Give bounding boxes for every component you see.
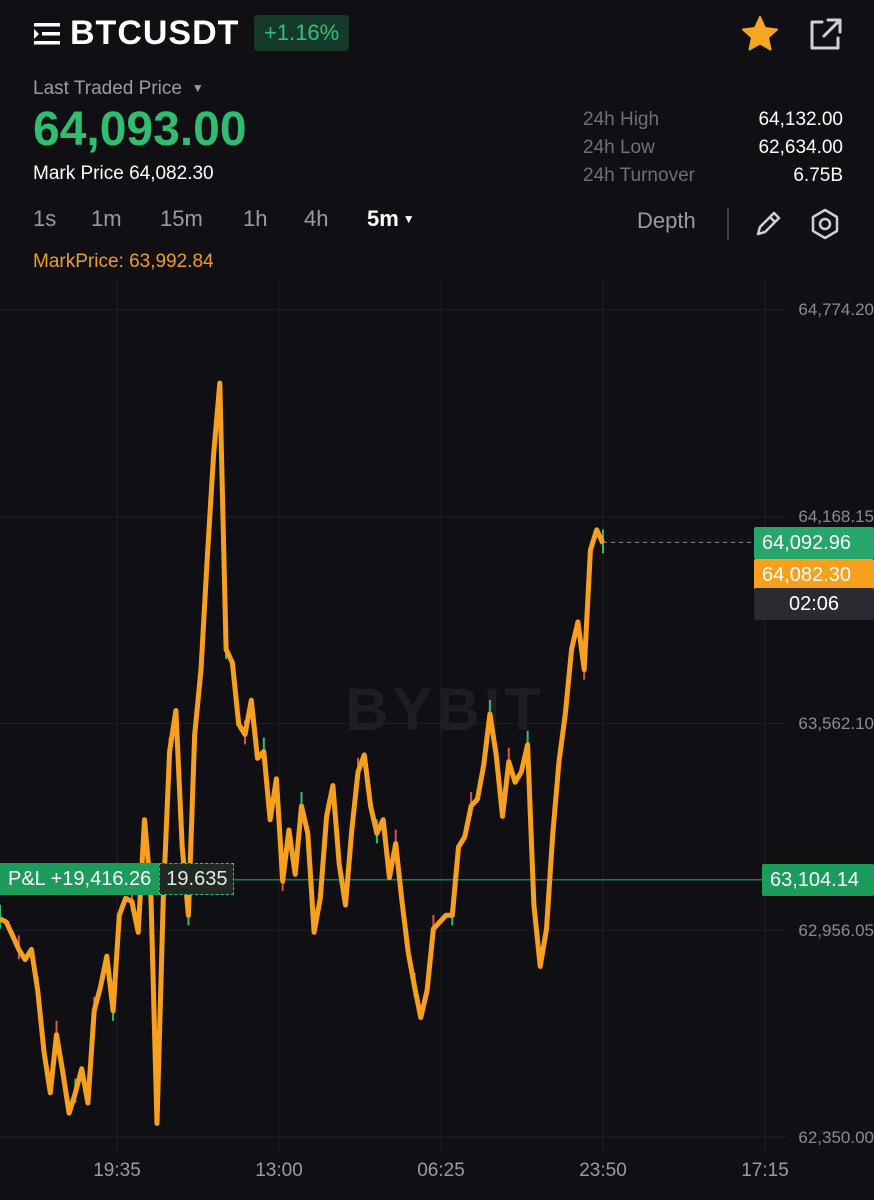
tab-5m[interactable]: 5m ▼ xyxy=(367,206,415,232)
tab-5m-label: 5m xyxy=(367,206,399,231)
position-price-tag: 63,104.14 xyxy=(762,864,874,896)
tab-15m[interactable]: 15m xyxy=(160,206,203,232)
last-price: 64,093.00 xyxy=(33,103,247,156)
x-tick-label: 19:35 xyxy=(93,1160,141,1181)
caret-down-icon: ▼ xyxy=(191,81,204,95)
y-tick-label: 62,956.05 xyxy=(798,921,874,940)
change-badge: +1.16% xyxy=(254,15,350,51)
stat-value: 62,634.00 xyxy=(758,137,843,158)
y-tick-label: 63,562.10 xyxy=(798,714,874,733)
pencil-icon[interactable] xyxy=(752,208,784,240)
price-type-label: Last Traded Price xyxy=(33,78,182,99)
y-tick-label: 62,350.00 xyxy=(798,1128,874,1147)
stats-panel: 24h High 64,132.00 24h Low 62,634.00 24h T… xyxy=(583,106,843,190)
tab-1s[interactable]: 1s xyxy=(33,206,56,232)
indicator-legend: MarkPrice: 63,992.84 xyxy=(33,251,214,273)
stat-label: 24h High xyxy=(583,109,660,130)
mark-price-value: 64,082.30 xyxy=(129,163,214,184)
stat-row: 24h High 64,132.00 xyxy=(583,106,843,134)
countdown-tag: 02:06 xyxy=(754,588,874,620)
divider xyxy=(727,208,729,240)
position-qty: 19.635 xyxy=(159,863,235,895)
price-chart[interactable]: BYBIT 64,774.20 64,168.15 63,562.10 62,9… xyxy=(0,280,874,1200)
stat-value: 64,132.00 xyxy=(758,109,843,130)
stat-row: 24h Turnover 6.75B xyxy=(583,162,843,190)
y-tick-label: 64,774.20 xyxy=(798,300,874,319)
indicator-label: MarkPrice: xyxy=(33,251,124,272)
chart-canvas xyxy=(0,280,785,1150)
stat-label: 24h Low xyxy=(583,137,655,158)
settings-icon[interactable] xyxy=(808,207,842,241)
last-price-tag: 64,092.96 xyxy=(754,527,874,559)
tab-1h[interactable]: 1h xyxy=(243,206,267,232)
stat-value: 6.75B xyxy=(793,165,843,186)
caret-down-icon: ▼ xyxy=(402,212,415,226)
indicator-value: 63,992.84 xyxy=(129,251,214,272)
symbol-title[interactable]: BTCUSDT xyxy=(70,14,239,53)
x-tick-label: 06:25 xyxy=(417,1160,465,1181)
star-icon[interactable] xyxy=(740,14,780,54)
pnl-tag[interactable]: P&L +19,416.26 19.635 xyxy=(0,863,235,895)
mark-price-tag: 64,082.30 xyxy=(754,559,874,591)
stat-label: 24h Turnover xyxy=(583,165,695,186)
menu-icon[interactable] xyxy=(32,19,62,49)
x-tick-label: 17:15 xyxy=(741,1160,789,1181)
tab-4h[interactable]: 4h xyxy=(304,206,328,232)
external-link-icon[interactable] xyxy=(806,16,844,54)
stat-row: 24h Low 62,634.00 xyxy=(583,134,843,162)
price-type-dropdown[interactable]: Last Traded Price ▼ xyxy=(33,78,204,100)
header: BTCUSDT +1.16% xyxy=(0,0,874,70)
x-tick-label: 13:00 xyxy=(255,1160,303,1181)
mark-price-label: Mark Price xyxy=(33,163,124,184)
tab-1m[interactable]: 1m xyxy=(91,206,122,232)
y-tick-label: 64,168.15 xyxy=(798,507,874,526)
price-series-line xyxy=(0,380,606,1126)
pnl-value: P&L +19,416.26 xyxy=(0,863,160,895)
mark-price: Mark Price 64,082.30 xyxy=(33,163,214,185)
x-tick-label: 23:50 xyxy=(579,1160,627,1181)
depth-button[interactable]: Depth xyxy=(637,208,696,234)
